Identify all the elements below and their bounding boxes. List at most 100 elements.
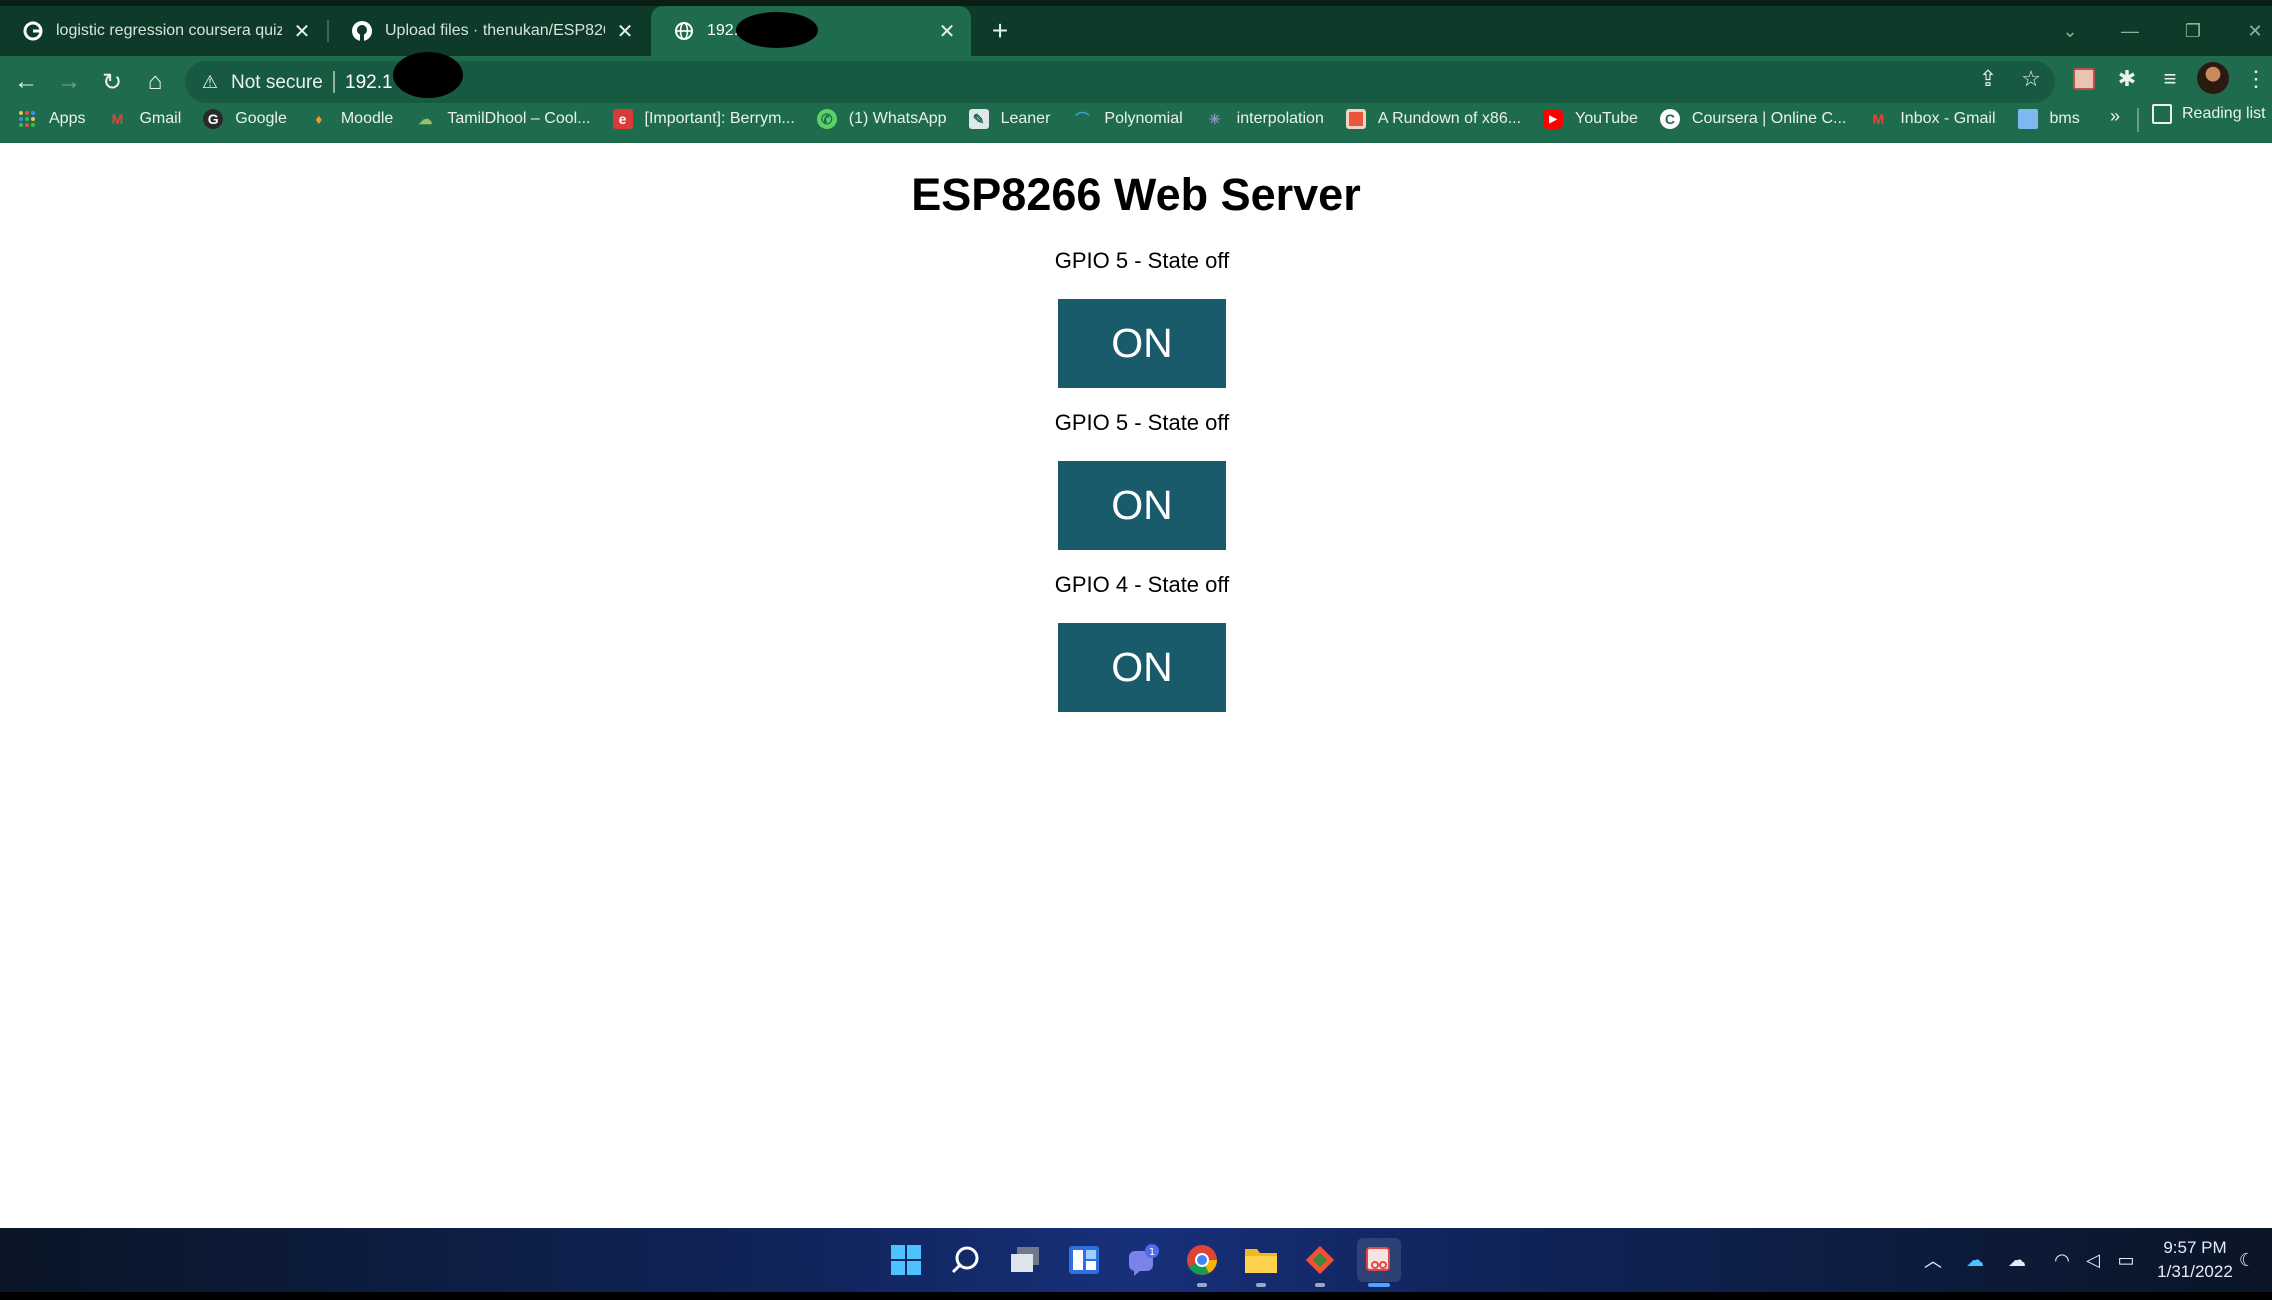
tab-title: logistic regression coursera quiz — [56, 22, 282, 39]
close-icon[interactable]: ✕ — [935, 19, 959, 43]
windows-start-icon[interactable] — [884, 1238, 928, 1282]
search-icon[interactable] — [944, 1238, 988, 1282]
bookmark-gmail[interactable]: M Gmail — [107, 109, 182, 129]
tab-upload-files[interactable]: Upload files · thenukan/ESP8266 ✕ — [329, 6, 649, 56]
explorer-running-indicator — [1256, 1283, 1266, 1287]
reading-list-button[interactable]: Reading list — [2152, 104, 2266, 124]
gmail-icon: M — [111, 111, 124, 127]
bookmark-whatsapp[interactable]: ✆ (1) WhatsApp — [816, 109, 947, 129]
clock-time[interactable]: 9:57 PM — [2150, 1238, 2240, 1258]
bookmark-polynomial[interactable]: ⌒ Polynomial — [1072, 109, 1182, 129]
bookmark-label: Moodle — [340, 110, 394, 127]
wifi-icon[interactable]: ◠ — [2049, 1248, 2075, 1272]
redaction-mark — [393, 52, 463, 98]
close-window-button[interactable]: ✕ — [2225, 6, 2272, 56]
back-arrow-icon[interactable]: ← — [5, 61, 47, 103]
git-gui-icon[interactable] — [1298, 1238, 1342, 1282]
interpolation-icon: ✳ — [1208, 110, 1221, 127]
bookmark-google[interactable]: G Google — [203, 109, 287, 129]
more-bookmarks-chevron[interactable]: » — [2110, 106, 2120, 127]
gpio-state-label: GPIO 5 - State off — [1054, 248, 1230, 273]
extension-app-icon[interactable] — [2066, 61, 2102, 97]
bookmark-label: Inbox - Gmail — [1900, 110, 1996, 127]
github-icon — [351, 20, 373, 42]
file-explorer-icon[interactable] — [1239, 1238, 1283, 1282]
bookmark-label: bms — [2049, 110, 2080, 127]
bookmarks-separator — [2137, 108, 2139, 132]
git-running-indicator — [1315, 1283, 1325, 1287]
bookmark-youtube[interactable]: ▶ YouTube — [1543, 109, 1638, 129]
chrome-running-indicator — [1197, 1283, 1207, 1287]
onedrive-icon[interactable]: ☁ — [1962, 1248, 1988, 1272]
bookmark-label: (1) WhatsApp — [848, 110, 947, 127]
bookmark-apps[interactable]: Apps — [17, 109, 85, 129]
globe-icon — [673, 20, 695, 42]
bookmark-label: Apps — [49, 110, 86, 127]
teams-chat-icon[interactable]: 1 — [1121, 1238, 1165, 1282]
leaner-icon: ✎ — [968, 109, 989, 129]
redaction-mark — [736, 12, 818, 48]
folder-icon — [2017, 109, 2038, 129]
tab-search-icon[interactable]: ⌄ — [2040, 6, 2100, 56]
snipping-running-indicator — [1368, 1283, 1390, 1287]
tab-strip: logistic regression coursera quiz ✕ Uplo… — [0, 6, 2272, 56]
gpio-on-button[interactable]: ON — [1058, 623, 1226, 712]
bookmark-inbox-gmail[interactable]: M Inbox - Gmail — [1868, 109, 1996, 129]
volume-icon[interactable]: ◁ — [2080, 1248, 2106, 1272]
media-control-icon[interactable]: ≡ — [2152, 61, 2188, 97]
bookmark-moodle[interactable]: ♦ Moodle — [309, 109, 393, 129]
bookmark-bms[interactable]: bms — [2017, 109, 2080, 129]
bookmark-label: interpolation — [1236, 110, 1324, 127]
chrome-icon[interactable] — [1180, 1238, 1224, 1282]
youtube-icon: ▶ — [1543, 109, 1564, 129]
whatsapp-icon: ✆ — [816, 109, 837, 129]
tab-logistic-regression[interactable]: logistic regression coursera quiz ✕ — [0, 6, 326, 56]
bookmark-rundown[interactable]: A Rundown of x86... — [1345, 109, 1522, 129]
gpio-on-button[interactable]: ON — [1058, 299, 1226, 388]
clock-date[interactable]: 1/31/2022 — [2150, 1262, 2240, 1282]
bookmark-label: YouTube — [1575, 110, 1638, 127]
minimize-button[interactable]: — — [2100, 6, 2160, 56]
omnibox-separator — [333, 71, 335, 93]
home-icon[interactable]: ⌂ — [134, 61, 176, 103]
coursera-icon: C — [1659, 109, 1680, 129]
gpio-on-button[interactable]: ON — [1058, 461, 1226, 550]
bookmarks-bar: Apps M Gmail G Google ♦ Moodle ☁ TamilDh… — [0, 102, 2272, 136]
bookmark-label: Polynomial — [1104, 110, 1183, 127]
chat-badge-count: 1 — [1149, 1247, 1155, 1258]
moodle-icon: ♦ — [315, 111, 323, 127]
profile-avatar[interactable] — [2197, 62, 2229, 94]
reload-icon[interactable]: ↻ — [91, 61, 133, 103]
bookmark-coursera[interactable]: C Coursera | Online C... — [1659, 109, 1846, 129]
menu-kebab-icon[interactable]: ⋮ — [2238, 61, 2272, 97]
close-icon[interactable]: ✕ — [613, 19, 637, 43]
battery-icon[interactable]: ▭ — [2113, 1248, 2139, 1272]
bookmark-interpolation[interactable]: ✳ interpolation — [1205, 109, 1324, 129]
extensions-puzzle-icon[interactable]: ✱ — [2109, 61, 2145, 97]
address-bar[interactable]: ⚠ Not secure 192.1 — [185, 61, 2055, 103]
notifications-moon-icon[interactable]: ☾ — [2234, 1248, 2260, 1272]
new-tab-button[interactable]: + — [984, 15, 1016, 47]
reading-list-label: Reading list — [2182, 105, 2266, 122]
tab-title: Upload files · thenukan/ESP8266 — [385, 22, 605, 39]
snipping-tool-icon[interactable] — [1357, 1238, 1401, 1282]
share-icon[interactable]: ⇪ — [1970, 61, 2006, 97]
bookmark-label: Google — [235, 110, 287, 127]
bookmark-star-icon[interactable]: ☆ — [2013, 61, 2049, 97]
polynomial-icon: ⌒ — [1075, 111, 1090, 127]
restore-button[interactable]: ❐ — [2163, 6, 2223, 56]
cloud-sync-icon[interactable]: ☁ — [2004, 1248, 2030, 1272]
bookmark-leaner[interactable]: ✎ Leaner — [968, 109, 1050, 129]
forward-arrow-icon[interactable]: → — [48, 61, 90, 103]
task-view-icon[interactable] — [1003, 1238, 1047, 1282]
bookmark-berrymail[interactable]: e [Important]: Berrym... — [612, 109, 795, 129]
close-icon[interactable]: ✕ — [290, 19, 314, 43]
page-viewport: ESP8266 Web Server GPIO 5 - State off ON… — [0, 143, 2272, 1228]
bookmark-label: A Rundown of x86... — [1377, 110, 1522, 127]
widgets-icon[interactable] — [1062, 1238, 1106, 1282]
rundown-icon — [1345, 109, 1366, 129]
google-g-icon: G — [203, 109, 224, 129]
show-hidden-icons-chevron[interactable]: ︿ — [1920, 1248, 1946, 1272]
page-title: ESP8266 Web Server — [911, 169, 1361, 220]
bookmark-tamildhool[interactable]: ☁ TamilDhool – Cool... — [415, 109, 590, 129]
